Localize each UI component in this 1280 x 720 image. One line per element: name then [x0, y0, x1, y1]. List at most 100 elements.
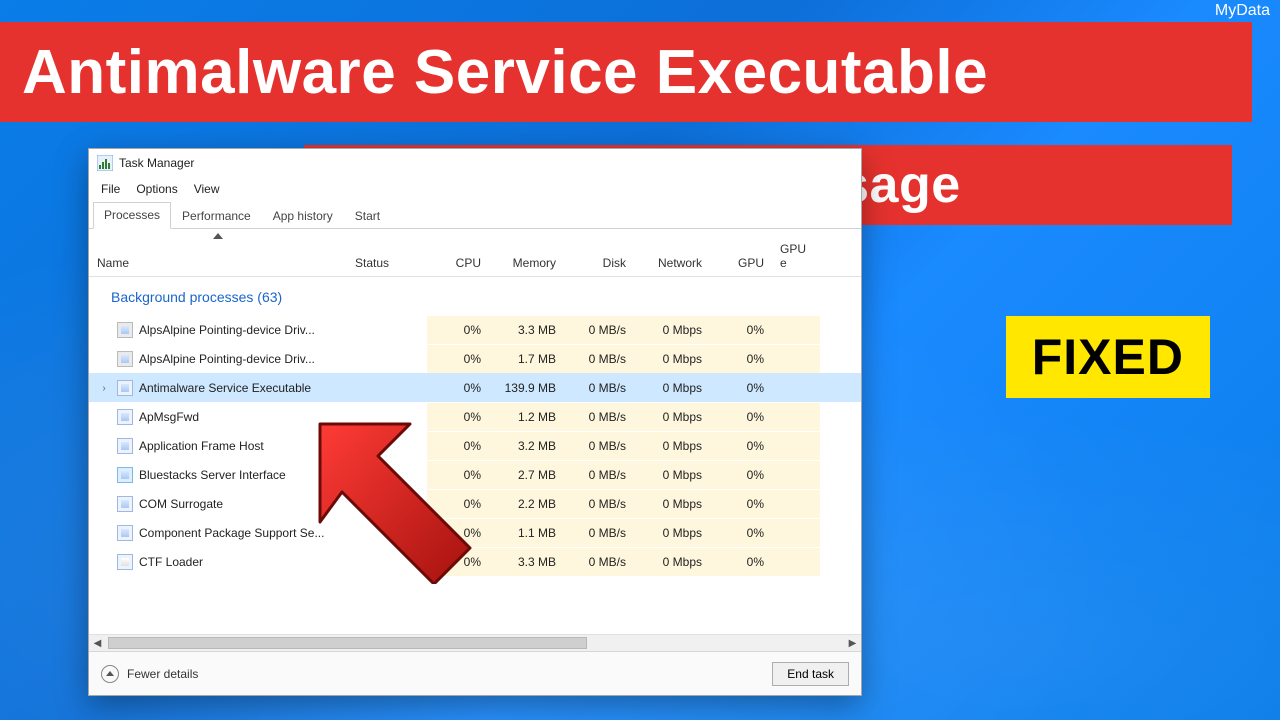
- process-icon: [117, 496, 133, 512]
- cell-disk: 0 MB/s: [564, 490, 634, 518]
- table-row[interactable]: ApMsgFwd0%1.2 MB0 MB/s0 Mbps0%: [89, 402, 861, 431]
- table-row[interactable]: AlpsAlpine Pointing-device Driv...0%1.7 …: [89, 344, 861, 373]
- scrollbar-thumb[interactable]: [108, 637, 587, 649]
- table-row[interactable]: Component Package Support Se...0%1.1 MB0…: [89, 518, 861, 547]
- cell-cpu: 0%: [427, 403, 489, 431]
- headline-banner: Antimalware Service Executable: [0, 22, 1252, 122]
- process-list: Background processes (63) AlpsAlpine Poi…: [89, 277, 861, 651]
- process-name: Component Package Support Se...: [139, 526, 324, 540]
- process-icon: [117, 554, 133, 570]
- cell-gpu-engine: [772, 490, 820, 518]
- col-memory[interactable]: Memory: [489, 229, 564, 276]
- cell-cpu: 0%: [427, 461, 489, 489]
- cell-disk: 0 MB/s: [564, 461, 634, 489]
- process-icon: [117, 438, 133, 454]
- cell-disk: 0 MB/s: [564, 548, 634, 576]
- cell-network: 0 Mbps: [634, 403, 710, 431]
- process-name: Antimalware Service Executable: [139, 381, 311, 395]
- cell-disk: 0 MB/s: [564, 519, 634, 547]
- fixed-badge: FIXED: [1006, 316, 1210, 398]
- table-row[interactable]: AlpsAlpine Pointing-device Driv...0%3.3 …: [89, 315, 861, 344]
- table-row[interactable]: Bluestacks Server Interface 0%2.7 MB0 MB/…: [89, 460, 861, 489]
- menu-options[interactable]: Options: [128, 179, 185, 199]
- col-cpu[interactable]: CPU: [427, 229, 489, 276]
- cell-status: [347, 432, 427, 460]
- col-gpu-engine[interactable]: GPU e: [772, 229, 820, 276]
- process-icon: [117, 467, 133, 483]
- cell-disk: 0 MB/s: [564, 403, 634, 431]
- cell-gpu: 0%: [710, 403, 772, 431]
- titlebar[interactable]: Task Manager: [89, 149, 861, 177]
- table-row[interactable]: Application Frame Host0%3.2 MB0 MB/s0 Mb…: [89, 431, 861, 460]
- window-title: Task Manager: [119, 156, 194, 170]
- cell-gpu: 0%: [710, 432, 772, 460]
- cell-network: 0 Mbps: [634, 490, 710, 518]
- cell-status: [347, 519, 427, 547]
- process-icon: [117, 409, 133, 425]
- col-gpu[interactable]: GPU: [710, 229, 772, 276]
- menu-file[interactable]: File: [93, 179, 128, 199]
- cell-gpu: 0%: [710, 490, 772, 518]
- cell-network: 0 Mbps: [634, 316, 710, 344]
- horizontal-scrollbar[interactable]: ◀ ▶: [89, 634, 861, 651]
- cell-network: 0 Mbps: [634, 519, 710, 547]
- cell-gpu-engine: [772, 432, 820, 460]
- brand-label: MyData: [1211, 0, 1274, 22]
- cell-name: Bluestacks Server Interface: [89, 461, 347, 489]
- cell-status: [347, 345, 427, 373]
- cell-name: CTF Loader: [89, 548, 347, 576]
- col-network-label: Network: [658, 256, 702, 270]
- tab-performance[interactable]: Performance: [171, 203, 262, 229]
- col-gpu-label: GPU: [738, 256, 764, 270]
- cell-name: COM Surrogate: [89, 490, 347, 518]
- cell-gpu-engine: [772, 519, 820, 547]
- cell-memory: 2.7 MB: [489, 461, 564, 489]
- cell-status: [347, 403, 427, 431]
- scroll-right-icon[interactable]: ▶: [844, 635, 861, 652]
- cell-gpu-engine: [772, 548, 820, 576]
- col-network[interactable]: Network: [634, 229, 710, 276]
- cell-name: Application Frame Host: [89, 432, 347, 460]
- menu-view[interactable]: View: [186, 179, 228, 199]
- cell-status: [347, 548, 427, 576]
- col-status-label: Status: [355, 256, 389, 270]
- cell-gpu-engine: [772, 461, 820, 489]
- process-icon: [117, 351, 133, 367]
- cell-status: [347, 490, 427, 518]
- cell-status: [347, 374, 427, 402]
- cell-name: Component Package Support Se...: [89, 519, 347, 547]
- cell-gpu: 0%: [710, 519, 772, 547]
- cell-memory: 3.3 MB: [489, 548, 564, 576]
- end-task-button[interactable]: End task: [772, 662, 849, 686]
- table-row[interactable]: COM Surrogate0%2.2 MB0 MB/s0 Mbps0%: [89, 489, 861, 518]
- group-background-processes: Background processes (63): [89, 277, 861, 315]
- tab-bar: Processes Performance App history Start: [89, 201, 861, 229]
- cell-network: 0 Mbps: [634, 461, 710, 489]
- tab-startup[interactable]: Start: [344, 203, 391, 229]
- table-row[interactable]: ›Antimalware Service Executable0%139.9 M…: [89, 373, 861, 402]
- column-headers: Name Status CPU Memory Disk Network GPU …: [89, 229, 861, 277]
- col-name[interactable]: Name: [89, 229, 347, 276]
- footer: Fewer details End task: [89, 651, 861, 695]
- cell-memory: 1.1 MB: [489, 519, 564, 547]
- fewer-details-toggle[interactable]: Fewer details: [101, 665, 198, 683]
- cell-disk: 0 MB/s: [564, 374, 634, 402]
- scroll-left-icon[interactable]: ◀: [89, 635, 106, 652]
- cell-memory: 1.7 MB: [489, 345, 564, 373]
- table-row[interactable]: CTF Loader0%3.3 MB0 MB/s0 Mbps0%: [89, 547, 861, 576]
- process-icon: [117, 380, 133, 396]
- cell-gpu: 0%: [710, 345, 772, 373]
- cell-gpu-engine: [772, 403, 820, 431]
- cell-cpu: 0%: [427, 490, 489, 518]
- col-name-label: Name: [97, 256, 129, 270]
- cell-gpu: 0%: [710, 316, 772, 344]
- tab-app-history[interactable]: App history: [262, 203, 344, 229]
- cell-status: [347, 316, 427, 344]
- expand-icon[interactable]: ›: [97, 383, 111, 394]
- col-disk[interactable]: Disk: [564, 229, 634, 276]
- fewer-details-label: Fewer details: [127, 667, 198, 681]
- cell-network: 0 Mbps: [634, 374, 710, 402]
- cell-gpu-engine: [772, 374, 820, 402]
- col-status[interactable]: Status: [347, 229, 427, 276]
- tab-processes[interactable]: Processes: [93, 202, 171, 229]
